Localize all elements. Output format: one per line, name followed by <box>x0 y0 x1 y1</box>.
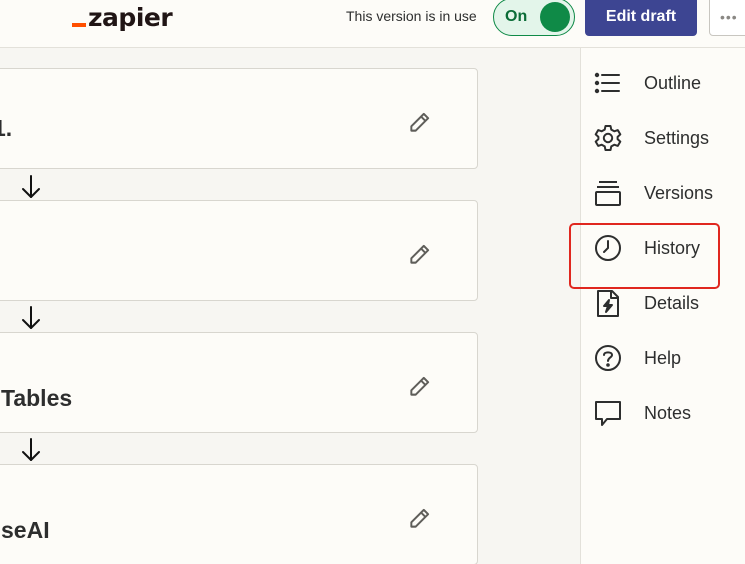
highlight-box <box>569 223 720 289</box>
comment-icon <box>595 401 621 426</box>
list-icon <box>594 72 620 94</box>
right-sidebar: Outline Settings Versions History Detail… <box>580 48 745 564</box>
step-title: Tables <box>1 385 73 411</box>
on-off-toggle[interactable]: On <box>493 0 575 36</box>
edit-draft-button[interactable]: Edit draft <box>585 0 697 36</box>
sidebar-item-help[interactable]: Help <box>593 343 681 373</box>
step-card[interactable]: 1. <box>0 68 478 169</box>
gear-icon <box>594 125 622 151</box>
sidebar-item-versions[interactable]: Versions <box>593 178 713 208</box>
sidebar-item-label: Settings <box>644 127 710 148</box>
sidebar-item-label: Notes <box>644 402 692 423</box>
lightning-file-icon <box>597 290 619 317</box>
question-icon <box>595 345 621 371</box>
versions-icon <box>595 181 621 206</box>
sidebar-item-notes[interactable]: Notes <box>593 398 691 428</box>
logo-dash <box>72 23 86 27</box>
top-bar: zapier This version is in use On Edit dr… <box>0 0 745 48</box>
more-options-button[interactable]: ••• <box>709 0 745 36</box>
sidebar-item-details[interactable]: Details <box>593 288 699 318</box>
version-status-text: This version is in use <box>346 8 477 24</box>
sidebar-item-label: Help <box>644 347 682 368</box>
step-card[interactable] <box>0 200 478 301</box>
arrow-down-icon <box>22 306 40 329</box>
toggle-label: On <box>505 8 528 25</box>
toggle-knob <box>540 2 570 32</box>
pencil-icon[interactable] <box>407 109 433 135</box>
step-title: 1. <box>0 115 13 141</box>
zap-canvas[interactable]: 1. Tables seAI <box>0 48 580 564</box>
step-title: seAI <box>1 517 50 543</box>
pencil-icon[interactable] <box>407 505 433 531</box>
step-card[interactable]: seAI <box>0 464 478 564</box>
zapier-logo[interactable]: zapier <box>72 0 173 32</box>
sidebar-item-settings[interactable]: Settings <box>593 123 709 153</box>
sidebar-item-label: Versions <box>644 182 714 203</box>
more-dots-icon: ••• <box>720 9 738 25</box>
arrow-down-icon <box>22 438 40 461</box>
sidebar-item-label: Details <box>644 292 700 313</box>
pencil-icon[interactable] <box>407 373 433 399</box>
logo-text: zapier <box>88 3 173 32</box>
sidebar-item-outline[interactable]: Outline <box>593 68 701 98</box>
step-card[interactable]: Tables <box>0 332 478 433</box>
pencil-icon[interactable] <box>407 241 433 267</box>
arrow-down-icon <box>22 175 40 198</box>
sidebar-item-label: Outline <box>644 72 702 93</box>
